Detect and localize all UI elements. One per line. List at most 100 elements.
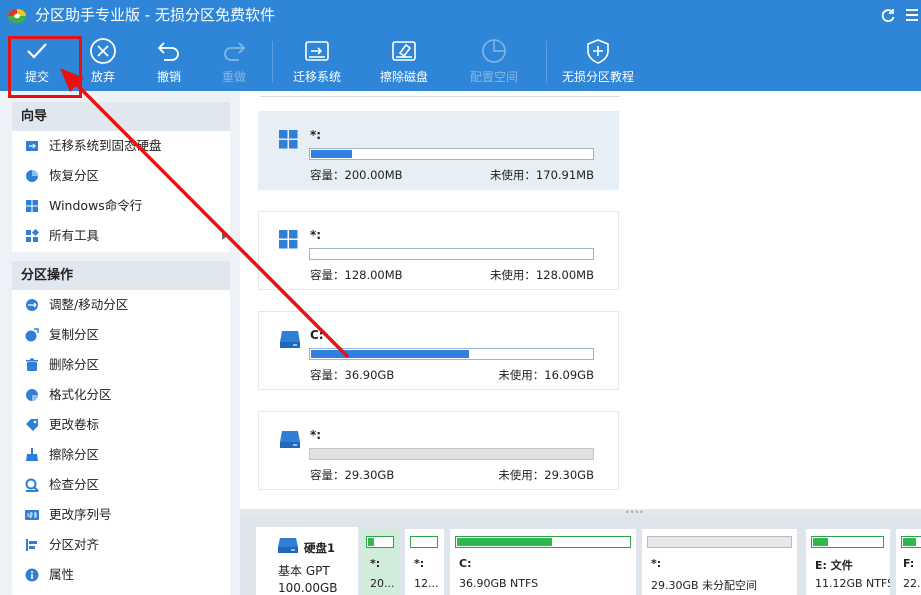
partition-capacity: 容量：36.90GB [310,368,395,382]
disk-usage-bar [366,536,394,548]
sidebar-item-change-label[interactable]: 更改卷标 [12,410,230,440]
usage-bar [309,348,594,360]
sidebar-item-all-tools[interactable]: 所有工具 [12,221,230,251]
disk-usage-bar [901,536,921,548]
disk-partition-block[interactable]: E: 文件 11.12GB NTFS [806,529,890,595]
toolbar-divider [272,41,273,83]
resize-partition-icon [25,298,39,312]
disk-partition-label: *: [370,557,381,570]
sidebar-item-label: 调整/移动分区 [49,297,129,312]
undo-button[interactable]: 撤销 [146,31,192,91]
all-tools-icon [25,229,39,243]
app-logo-icon [7,6,27,24]
disk-usage-fill [813,538,828,546]
partition-unused: 未使用：128.00MB [489,268,594,282]
disk-partition-block[interactable]: C: 36.90GB NTFS [450,529,636,595]
grip-icon: •••• [625,508,644,517]
windows-icon [25,199,39,213]
migrate-os-button[interactable]: 迁移系统 [287,31,347,91]
disk-info[interactable]: 硬盘1 基本 GPT 100.00GB [256,527,358,595]
format-partition-icon [25,388,39,402]
partition-capacity: 容量：29.30GB [310,468,395,482]
disk-name: 硬盘1 [304,541,336,555]
partition-capacity: 容量：128.00MB [310,268,403,282]
sidebar-item-label: 恢复分区 [49,168,100,183]
menu-icon[interactable] [906,7,918,23]
refresh-icon[interactable] [880,7,896,23]
disk-partition-info: 11.12GB NTFS [815,577,890,590]
migrate-disk-icon [303,37,331,65]
sidebar-item-change-serial[interactable]: 更改序列号 [12,500,230,530]
sidebar-item-delete-partition[interactable]: 删除分区 [12,350,230,380]
wipe-disk-button[interactable]: 擦除磁盘 [374,31,434,91]
sidebar: 向导 迁移系统到固态硬盘 恢复分区 Windows命令行 所有工具 分区操作 调… [0,91,240,595]
partition-name: *: [310,228,322,242]
window-title: 分区助手专业版 - 无损分区免费软件 [35,6,275,24]
sidebar-item-format-partition[interactable]: 格式化分区 [12,380,230,410]
disk-usage-fill [368,538,374,546]
partition-unused: 未使用：16.09GB [498,368,594,382]
migrate-label: 迁移系统 [292,70,341,84]
windows-icon [279,230,298,249]
check-partition-icon [25,478,39,492]
sidebar-item-label: Windows命令行 [49,198,143,213]
shield-plus-icon [584,37,612,65]
sidebar-item-copy-partition[interactable]: 复制分区 [12,320,230,350]
windows-icon [279,130,298,149]
sidebar-item-label: 删除分区 [49,357,100,372]
disk-partition-info: 29.30GB 未分配空间 [651,579,758,592]
serial-number-icon [25,508,39,522]
disk-usage-bar [455,536,631,548]
disk-partition-block[interactable]: F: 22. [896,529,921,595]
undo-icon [155,37,183,65]
disk-partition-block[interactable]: *: 12... [405,529,444,595]
migrate-ssd-icon [25,139,39,153]
info-icon [25,568,39,582]
disk-partition-label: *: [651,557,662,570]
redo-icon [220,37,248,65]
partition-unused: 未使用：170.91MB [489,168,594,182]
sidebar-item-check-partition[interactable]: 检查分区 [12,470,230,500]
disk-usage-bar [410,536,438,548]
drive-icon [279,430,301,449]
title-bar: 分区助手专业版 - 无损分区免费软件 [0,0,921,31]
sidebar-item-label: 检查分区 [49,477,100,492]
sidebar-item-label: 分区对齐 [49,537,100,552]
discard-button[interactable]: 放弃 [80,31,126,91]
disk-partition-label: C: [459,557,472,570]
sidebar-item-resize-partition[interactable]: 调整/移动分区 [12,290,230,320]
pane-splitter[interactable]: •••• [240,508,921,517]
tutorial-label: 无损分区教程 [561,70,634,84]
sidebar-item-windows-cmd[interactable]: Windows命令行 [12,191,230,221]
sidebar-item-wipe-partition[interactable]: 擦除分区 [12,440,230,470]
recover-partition-icon [25,169,39,183]
redo-button[interactable]: 重做 [211,31,257,91]
allocate-space-label: 配置空间 [469,70,518,84]
sidebar-item-recover-partition[interactable]: 恢复分区 [12,161,230,191]
usage-bar [309,148,594,160]
disk-partition-info: 22. [903,577,921,590]
copy-partition-icon [25,328,39,342]
partition-card[interactable]: *: 容量：128.00MB 未使用：128.00MB [258,211,619,290]
disk-partition-block[interactable]: *: 29.30GB 未分配空间 [642,529,797,595]
align-partition-icon [25,538,39,552]
allocate-space-button[interactable]: 配置空间 [464,31,524,91]
drive-icon [279,330,301,349]
partition-card[interactable]: *: 容量：29.30GB 未使用：29.30GB [258,411,619,490]
sidebar-item-properties[interactable]: 属性 [12,560,230,590]
hard-disk-icon [277,537,299,554]
disk-partition-block[interactable]: *: 20... [361,529,400,595]
sidebar-item-migrate-ssd[interactable]: 迁移系统到固态硬盘 [12,131,230,161]
disk-partition-label: E: 文件 [815,559,853,572]
partition-card[interactable]: *: 容量：200.00MB 未使用：170.91MB [258,111,619,190]
tutorial-button[interactable]: 无损分区教程 [558,31,638,91]
sidebar-item-label: 复制分区 [49,327,100,342]
discard-label: 放弃 [90,70,115,84]
sidebar-item-label: 所有工具 [49,228,100,243]
disk-partition-info: 36.90GB NTFS [459,577,539,590]
partition-card[interactable]: C: 容量：36.90GB 未使用：16.09GB [258,311,619,390]
disk-partition-info: 20... [370,577,395,590]
usage-bar [309,248,594,260]
sidebar-item-align-partition[interactable]: 分区对齐 [12,530,230,560]
disk-size: 100.00GB [278,581,338,595]
